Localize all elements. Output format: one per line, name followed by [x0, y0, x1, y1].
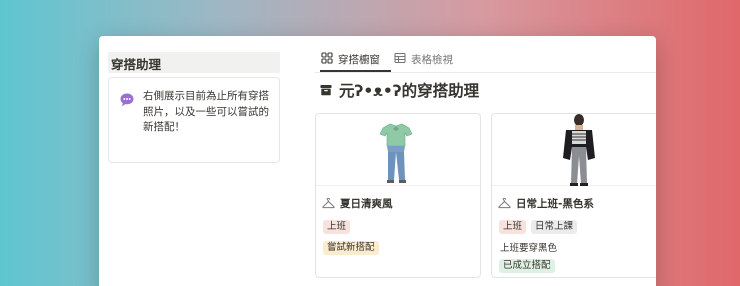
- gallery-grid-icon: [321, 51, 338, 67]
- card-name: 日常上班-黑色系: [516, 198, 594, 210]
- sidebar-panel: 穿搭助理 右側展示目前為止所有穿搭 照片，以及一些可以嘗試的 新搭配！: [108, 52, 280, 163]
- chat-bubble-icon: [119, 92, 137, 148]
- card-cover-image: [316, 114, 480, 186]
- database-title-text: 元ʔ•ᴥ•ʔ的穿搭助理: [339, 82, 480, 100]
- hanger-icon: [322, 194, 335, 213]
- sidebar-title: 穿搭助理: [108, 52, 280, 73]
- tab-label: 穿搭櫥窗: [338, 53, 380, 66]
- callout-line: 右側展示目前為止所有穿搭: [143, 90, 269, 102]
- card-name: 夏日清爽風: [340, 198, 393, 210]
- tag-list: 上班 日常上課: [492, 213, 656, 234]
- archive-icon: [320, 81, 332, 100]
- card-title: 日常上班-黑色系: [492, 186, 656, 213]
- tag: 上班: [323, 220, 351, 234]
- status-badge: 嘗試新搭配: [323, 241, 379, 255]
- callout-note[interactable]: 右側展示目前為止所有穿搭 照片，以及一些可以嘗試的 新搭配！: [108, 77, 280, 163]
- gallery-card[interactable]: 夏日清爽風 上班 嘗試新搭配: [315, 113, 481, 278]
- tag: 日常上課: [531, 220, 578, 234]
- notion-window: 穿搭助理 右側展示目前為止所有穿搭 照片，以及一些可以嘗試的 新搭配！ 穿搭櫥窗…: [99, 36, 656, 286]
- tab-gallery[interactable]: 穿搭櫥窗: [321, 50, 380, 68]
- callout-text: 右側展示目前為止所有穿搭 照片，以及一些可以嘗試的 新搭配！: [143, 89, 269, 148]
- database-title[interactable]: 元ʔ•ᴥ•ʔ的穿搭助理: [320, 79, 479, 101]
- callout-line: 照片，以及一些可以嘗試的: [143, 105, 269, 118]
- divider: [315, 72, 656, 73]
- table-icon: [394, 52, 411, 67]
- status-badge: 已成立搭配: [499, 259, 555, 273]
- status-list: 嘗試新搭配: [316, 234, 480, 255]
- tag: 上班: [499, 220, 527, 234]
- card-description: 上班要穿黑色: [500, 243, 558, 254]
- card-cover-image: [492, 114, 656, 186]
- status-list: 已成立搭配: [492, 254, 656, 273]
- hanger-icon: [498, 194, 511, 213]
- card-title: 夏日清爽風: [316, 186, 480, 213]
- gallery-card[interactable]: 日常上班-黑色系 上班 日常上課 上班要穿黑色 已成立搭配: [491, 113, 656, 278]
- tab-label: 表格檢視: [411, 53, 453, 66]
- tag-list: 上班: [316, 213, 480, 234]
- tab-table[interactable]: 表格檢視: [394, 50, 453, 68]
- view-tabs: 穿搭櫥窗 表格檢視: [321, 50, 467, 68]
- callout-line: 新搭配！: [143, 121, 185, 133]
